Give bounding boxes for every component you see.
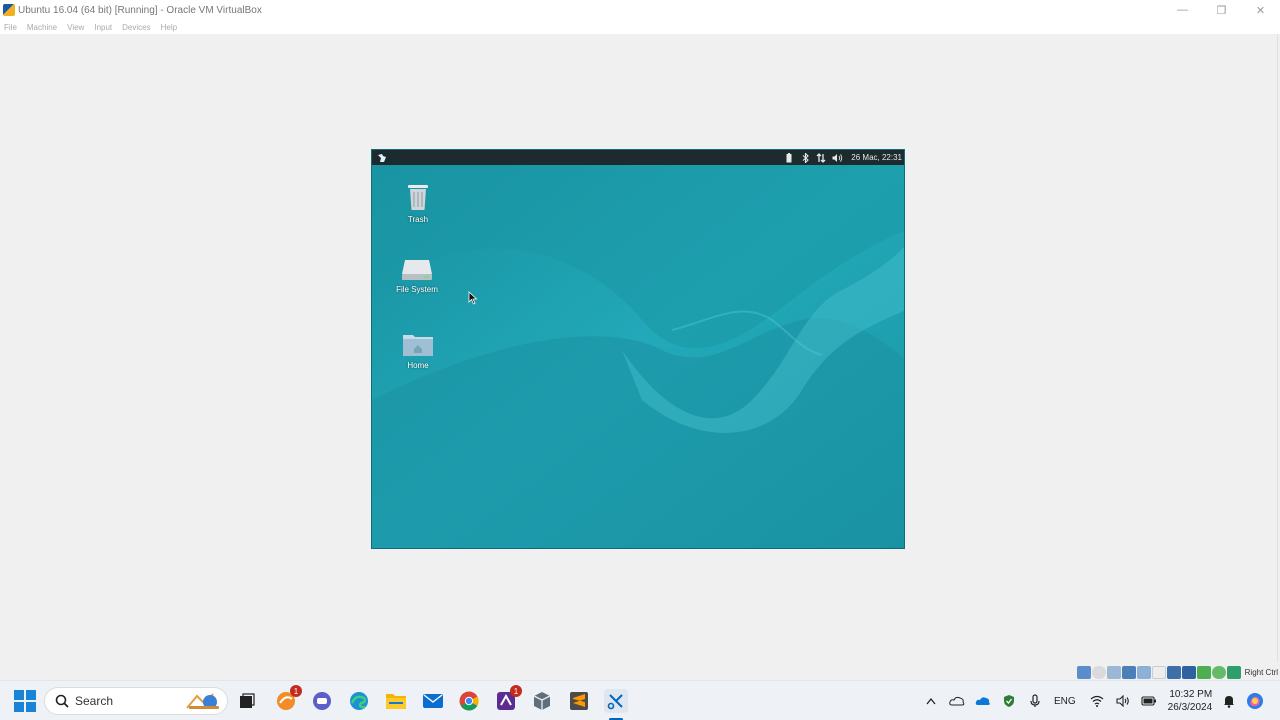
close-button[interactable]: ✕: [1241, 0, 1280, 20]
xfce-menu-icon[interactable]: [376, 152, 388, 164]
audio-icon[interactable]: [1106, 665, 1121, 679]
search-highlight-icon: [186, 693, 219, 709]
desktop-icon-trash[interactable]: Trash: [388, 182, 448, 224]
menubar: File Machine View Input Devices Help: [0, 20, 1280, 34]
cube-icon: [533, 692, 551, 710]
desktop-icon-label: File System: [396, 285, 438, 294]
panel-tray: 26 Mac, 22:31: [781, 150, 904, 165]
search-icon: [55, 694, 69, 708]
desktop-icon-home[interactable]: Home: [388, 332, 448, 370]
menu-help[interactable]: Help: [161, 23, 177, 32]
notification-badge: 1: [510, 685, 522, 697]
menu-machine[interactable]: Machine: [27, 23, 57, 32]
usb-icon[interactable]: [1136, 665, 1151, 679]
taskbar-app-virtualbox[interactable]: [530, 689, 554, 713]
language-indicator[interactable]: ENG: [1054, 696, 1076, 707]
security-shield-icon[interactable]: [996, 681, 1022, 720]
mouse-integration-icon[interactable]: [1211, 665, 1226, 679]
minimize-button[interactable]: —: [1163, 0, 1202, 20]
copilot-icon[interactable]: [1242, 681, 1268, 720]
bluetooth-icon[interactable]: [797, 150, 813, 165]
battery-icon[interactable]: [781, 150, 797, 165]
trash-icon: [408, 185, 428, 210]
wallpaper: [372, 150, 904, 548]
chat-icon: [313, 692, 331, 710]
taskbar-app-chrome[interactable]: [457, 689, 481, 713]
desktop-icon-label: Home: [407, 361, 429, 370]
menu-view[interactable]: View: [67, 23, 84, 32]
recording-icon[interactable]: [1181, 665, 1196, 679]
desktop-icon-label: Trash: [407, 215, 429, 224]
home-folder-icon: [403, 335, 433, 356]
vbox-status-bar: Right Ctrl: [1076, 664, 1280, 680]
chrome-icon: [459, 691, 479, 711]
menu-file[interactable]: File: [4, 23, 17, 32]
window-titlebar: Ubuntu 16.04 (64 bit) [Running] - Oracle…: [0, 0, 1280, 20]
taskbar-app-sublime[interactable]: [567, 689, 591, 713]
task-view-button[interactable]: [235, 689, 259, 713]
start-button[interactable]: [14, 690, 36, 712]
window-title: Ubuntu 16.04 (64 bit) [Running] - Oracle…: [18, 4, 262, 16]
windows-logo-icon: [14, 690, 24, 700]
speaker-icon[interactable]: [1110, 681, 1136, 720]
menu-input[interactable]: Input: [94, 23, 112, 32]
vm-display[interactable]: 26 Mac, 22:31 Trash File System Home: [371, 149, 905, 549]
network-adapter-icon[interactable]: [1121, 665, 1136, 679]
taskbar-clock[interactable]: 10:32 PM 26/3/2024: [1168, 688, 1213, 714]
panel-clock[interactable]: 26 Mac, 22:31: [851, 153, 902, 162]
taskbar-app-teams[interactable]: [310, 689, 334, 713]
drive-icon: [402, 260, 432, 280]
search-placeholder: Search: [75, 694, 114, 708]
system-tray: ENG 10:32 PM 26/3/2024: [918, 681, 1268, 720]
microphone-icon[interactable]: [1022, 681, 1048, 720]
notification-bell-icon[interactable]: [1216, 681, 1242, 720]
menu-devices[interactable]: Devices: [122, 23, 150, 32]
wifi-icon[interactable]: [1084, 681, 1110, 720]
task-view-icon: [240, 693, 255, 708]
window-controls: — ❐ ✕: [1163, 0, 1280, 20]
virtualbox-app-icon: [3, 4, 15, 16]
notification-badge: 1: [290, 685, 302, 697]
mail-icon: [423, 694, 443, 708]
taskbar-search[interactable]: Search: [44, 687, 228, 715]
display-icon[interactable]: [1166, 665, 1181, 679]
battery-status-icon[interactable]: [1136, 681, 1162, 720]
optical-drive-icon[interactable]: [1091, 665, 1106, 679]
windows-taskbar: Search 1 1 ENG 10:32 PM 26/3/2024: [0, 680, 1280, 720]
taskbar-app-snipping-tool[interactable]: [604, 689, 628, 713]
desktop-icon-file-system[interactable]: File System: [387, 258, 447, 294]
taskbar-app-mail[interactable]: [421, 689, 445, 713]
taskbar-app-file-explorer[interactable]: [384, 689, 408, 713]
taskbar-app-visual-studio[interactable]: 1: [494, 685, 522, 713]
onedrive-icon[interactable]: [970, 681, 996, 720]
folder-icon: [386, 694, 406, 709]
network-icon[interactable]: [813, 150, 829, 165]
taskbar-app-edge[interactable]: [347, 689, 371, 713]
edge-icon: [350, 692, 368, 710]
hard-disk-icon[interactable]: [1076, 665, 1091, 679]
xfce-top-panel: 26 Mac, 22:31: [372, 150, 904, 165]
scissors-icon: [607, 694, 623, 710]
shared-folders-icon[interactable]: [1151, 665, 1166, 679]
onedrive-outline-icon[interactable]: [944, 681, 970, 720]
show-hidden-icons-icon[interactable]: [918, 681, 944, 720]
host-key-label: Right Ctrl: [1244, 667, 1278, 677]
sublime-icon: [570, 692, 588, 710]
taskbar-app-orange[interactable]: 1: [274, 685, 302, 713]
window-border: [1277, 34, 1278, 662]
keyboard-icon[interactable]: [1226, 665, 1241, 679]
volume-icon[interactable]: [829, 150, 845, 165]
restore-button[interactable]: ❐: [1202, 0, 1241, 20]
clock-date: 26/3/2024: [1167, 702, 1213, 713]
clock-time: 10:32 PM: [1169, 689, 1213, 700]
cpu-icon[interactable]: [1196, 665, 1211, 679]
mouse-cursor-icon: [468, 291, 478, 305]
